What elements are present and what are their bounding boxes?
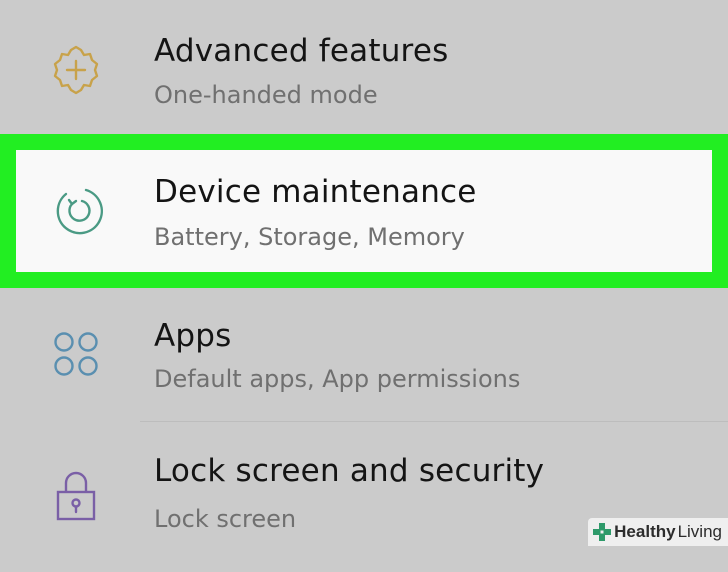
settings-item-subtitle: Battery, Storage, Memory [154, 223, 465, 251]
settings-item-subtitle: One-handed mode [154, 81, 378, 109]
settings-item-apps[interactable]: Apps Default apps, App permissions [0, 288, 728, 430]
settings-item-subtitle: Default apps, App permissions [154, 365, 521, 393]
cross-plus-logo-icon [592, 522, 612, 542]
settings-screen: Advanced features One-handed mode Device… [0, 0, 728, 546]
refresh-cycle-icon [50, 182, 106, 238]
settings-item-lock-screen-security[interactable]: Lock screen and security Lock screen [0, 430, 728, 572]
list-divider [140, 421, 728, 422]
watermark-logo: Healthy Living [588, 518, 728, 546]
settings-item-title: Lock screen and security [154, 453, 545, 489]
apps-circles-icon [48, 326, 104, 382]
settings-item-subtitle: Lock screen [154, 505, 297, 533]
settings-item-title: Apps [154, 318, 232, 354]
gear-plus-icon [48, 42, 104, 98]
watermark-text-regular: Living [677, 522, 722, 541]
settings-item-title: Advanced features [154, 33, 449, 69]
settings-item-device-maintenance[interactable]: Device maintenance Battery, Storage, Mem… [16, 150, 712, 272]
watermark-text-bold: Healthy [614, 522, 676, 541]
settings-item-title: Device maintenance [154, 174, 477, 210]
padlock-icon [48, 468, 104, 524]
settings-item-advanced-features[interactable]: Advanced features One-handed mode [0, 0, 728, 142]
